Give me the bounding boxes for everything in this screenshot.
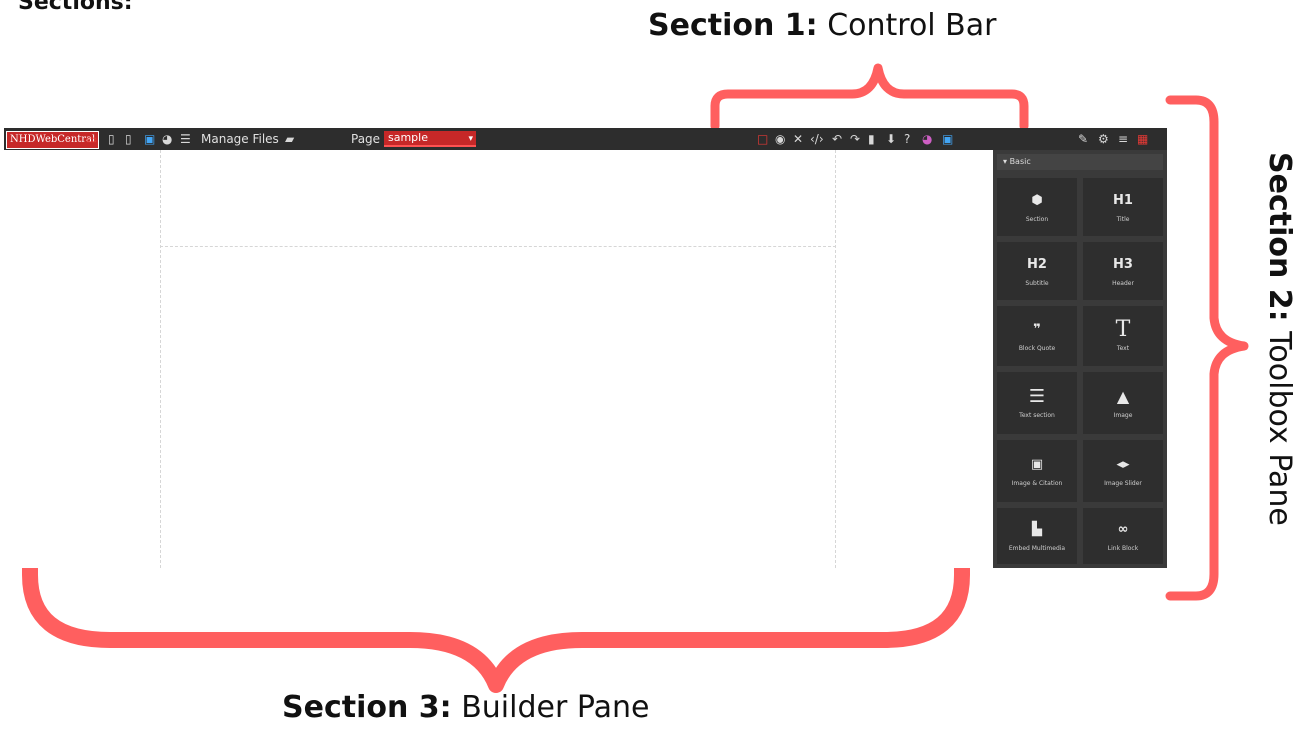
code-blue-icon[interactable]: ▣ xyxy=(942,128,953,150)
builder-pane[interactable] xyxy=(4,150,993,568)
block-label: Subtitle xyxy=(1025,279,1049,287)
control-bar: NHDWebCentral ▭ ▯ ▯ ▣ ◕ ☰ Manage Files ▰… xyxy=(4,128,1167,150)
folder-icon[interactable]: ▰ xyxy=(285,128,294,150)
toolbox-pane: ▾ Basic ⬢ Section H1 Title H2 Subtitle H3 He… xyxy=(993,150,1167,568)
image-citation-icon: ▣ xyxy=(1030,456,1044,472)
brace-control-bar xyxy=(710,63,1029,131)
category-basic[interactable]: ▾ Basic xyxy=(997,154,1163,170)
download-icon[interactable]: ⬇ xyxy=(886,128,896,150)
section-divider xyxy=(160,246,836,247)
help-icon[interactable]: ? xyxy=(904,128,910,150)
block-image-slider[interactable]: ◂▸ Image Slider xyxy=(1083,440,1163,502)
section-3-number: Section 3: xyxy=(282,690,452,725)
fullscreen-icon[interactable]: ✕ xyxy=(793,128,803,150)
palette-color-icon[interactable]: ◕ xyxy=(922,128,932,150)
block-label: Title xyxy=(1116,215,1130,223)
block-subtitle[interactable]: H2 Subtitle xyxy=(997,242,1077,300)
block-label: Image xyxy=(1113,411,1133,419)
block-label: Link Block xyxy=(1107,544,1139,552)
file-icon: ▙ xyxy=(1032,521,1042,537)
image-slider-icon: ◂▸ xyxy=(1116,456,1130,472)
section-3-label: Section 3: Builder Pane xyxy=(282,690,649,725)
desktop-icon[interactable]: ▭ xyxy=(86,128,97,150)
block-image-citation[interactable]: ▣ Image & Citation xyxy=(997,440,1077,502)
block-text-section[interactable]: ☰ Text section xyxy=(997,372,1077,434)
chevron-down-icon: ▾ xyxy=(468,134,473,144)
section-1-text: Control Bar xyxy=(827,8,997,43)
eye-icon[interactable]: ◉ xyxy=(775,128,785,150)
category-label: Basic xyxy=(1009,157,1031,166)
block-text[interactable]: T Text xyxy=(1083,306,1163,366)
mobile-icon[interactable]: ▯ xyxy=(125,128,132,150)
layout-icon[interactable]: ☰ xyxy=(180,128,191,150)
block-title[interactable]: H1 Title xyxy=(1083,178,1163,236)
undo-icon[interactable]: ↶ xyxy=(832,128,842,150)
block-label: Image & Citation xyxy=(1011,479,1063,487)
tablet-icon[interactable]: ▯ xyxy=(108,128,115,150)
manage-files-button[interactable]: Manage Files xyxy=(201,128,279,150)
image-icon: ▲ xyxy=(1116,386,1130,406)
quote-icon: ❞ xyxy=(1033,321,1041,337)
page-select[interactable]: sample ▾ xyxy=(384,131,476,147)
text-icon: T xyxy=(1115,316,1131,342)
trash-icon[interactable]: ▮ xyxy=(868,128,875,150)
square-outline-icon[interactable]: □ xyxy=(757,128,768,150)
redo-icon[interactable]: ↷ xyxy=(850,128,860,150)
section-2-number: Section 2: xyxy=(1262,152,1297,322)
block-header[interactable]: H3 Header xyxy=(1083,242,1163,300)
block-section[interactable]: ⬢ Section xyxy=(997,178,1077,236)
brace-toolbox xyxy=(1165,95,1249,601)
page-select-value: sample xyxy=(388,131,428,144)
gear-icon[interactable]: ⚙ xyxy=(1098,128,1109,150)
code-view-icon[interactable]: ‹/› xyxy=(810,128,824,150)
block-label: Block Quote xyxy=(1018,344,1056,352)
canvas-frame[interactable] xyxy=(160,150,836,568)
h2-icon: H2 xyxy=(1027,256,1047,272)
block-label: Text xyxy=(1116,344,1130,352)
cube-icon: ⬢ xyxy=(1031,192,1043,208)
block-label: Text section xyxy=(1019,411,1055,419)
h3-icon: H3 xyxy=(1113,256,1133,272)
text-section-icon: ☰ xyxy=(1028,385,1046,407)
block-label: Image Slider xyxy=(1104,479,1142,487)
brush-icon[interactable]: ✎ xyxy=(1078,128,1088,150)
blocks-icon[interactable]: ▦ xyxy=(1137,128,1148,150)
menu-icon[interactable]: ≡ xyxy=(1118,128,1128,150)
code-icon[interactable]: ▣ xyxy=(144,128,155,150)
block-embed-multimedia[interactable]: ▙ Embed Multimedia xyxy=(997,508,1077,564)
block-label: Embed Multimedia xyxy=(1008,544,1066,552)
block-image[interactable]: ▲ Image xyxy=(1083,372,1163,434)
section-1-number: Section 1: xyxy=(648,8,818,43)
block-quote[interactable]: ❞ Block Quote xyxy=(997,306,1077,366)
sections-heading: Sections: xyxy=(18,0,133,15)
page-builder-app: NHDWebCentral ▭ ▯ ▯ ▣ ◕ ☰ Manage Files ▰… xyxy=(4,128,1167,568)
block-label: Section xyxy=(1025,215,1049,223)
page-label: Page xyxy=(351,132,381,146)
palette-icon[interactable]: ◕ xyxy=(162,128,172,150)
h1-icon: H1 xyxy=(1113,192,1133,208)
section-3-text: Builder Pane xyxy=(461,690,650,725)
link-icon: ∞ xyxy=(1117,521,1129,537)
manage-files-label: Manage Files xyxy=(201,132,279,146)
section-1-label: Section 1: Control Bar xyxy=(648,8,996,43)
section-2-label: Section 2: Toolbox Pane xyxy=(1262,152,1297,526)
block-label: Header xyxy=(1112,279,1134,287)
block-link[interactable]: ∞ Link Block xyxy=(1083,508,1163,564)
section-2-text: Toolbox Pane xyxy=(1262,331,1297,526)
